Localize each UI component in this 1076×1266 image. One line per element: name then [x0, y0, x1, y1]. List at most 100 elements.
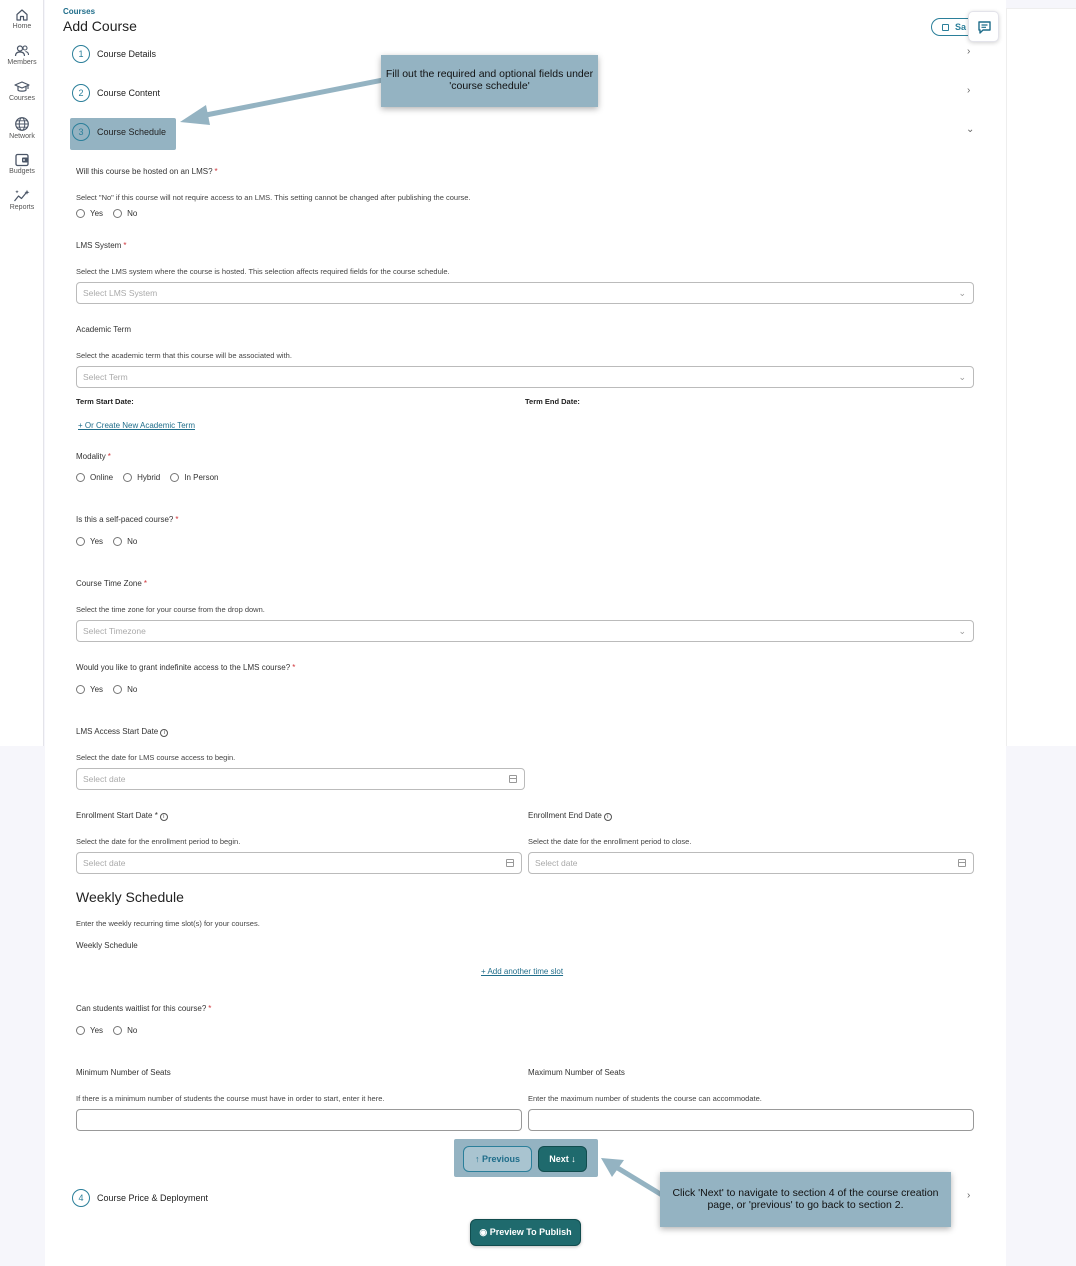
chevron-down-icon: ⌄	[958, 372, 966, 382]
min-seats-label: Minimum Number of Seats	[76, 1068, 171, 1077]
step-course-schedule[interactable]: 3 Course Schedule	[72, 123, 182, 145]
modality-radio-group: Online Hybrid In Person	[76, 473, 229, 482]
radio-online[interactable]: Online	[76, 473, 113, 482]
calendar-icon	[958, 859, 966, 867]
page-title: Add Course	[63, 18, 137, 34]
info-icon[interactable]: i	[603, 813, 612, 821]
chevron-right-icon[interactable]: ›	[967, 1190, 970, 1201]
radio-yes[interactable]: Yes	[76, 1026, 103, 1035]
enrollment-start-help: Select the date for the enrollment perio…	[76, 837, 241, 846]
callout-top: Fill out the required and optional field…	[381, 55, 598, 107]
sidebar-item-label: Network	[9, 133, 35, 140]
save-button-label: Sa	[955, 22, 967, 32]
lms-hosted-label: Will this course be hosted on an LMS? *	[76, 167, 218, 176]
sidebar-item-label: Courses	[8, 95, 36, 102]
next-button[interactable]: Next ↓	[538, 1146, 587, 1172]
lms-access-start-date-input[interactable]: Select date	[76, 768, 525, 790]
lms-system-label: LMS System *	[76, 241, 127, 250]
min-seats-input[interactable]	[76, 1109, 522, 1131]
step-label: Course Details	[97, 49, 157, 59]
save-icon	[942, 24, 949, 31]
enrollment-start-label: Enrollment Start Date * i	[76, 811, 168, 821]
required-mark: *	[214, 167, 218, 176]
required-mark: *	[208, 1004, 212, 1013]
step-course-details[interactable]: 1 Course Details	[72, 45, 272, 67]
enrollment-end-help: Select the date for the enrollment perio…	[528, 837, 692, 846]
chevron-down-icon[interactable]: ⌄	[966, 124, 974, 135]
info-icon[interactable]: i	[160, 729, 169, 737]
required-mark: *	[123, 241, 127, 250]
step-number: 4	[72, 1189, 90, 1207]
radio-no[interactable]: No	[113, 1026, 137, 1035]
lms-system-select[interactable]: Select LMS System ⌄	[76, 282, 974, 304]
sidebar-item-courses[interactable]: Courses	[0, 80, 44, 102]
previous-button[interactable]: ↑ Previous	[463, 1146, 532, 1172]
sidebar-item-budgets[interactable]: Budgets	[0, 153, 44, 175]
term-start-date-label: Term Start Date:	[76, 397, 134, 406]
max-seats-help: Enter the maximum number of students the…	[528, 1094, 762, 1103]
info-icon[interactable]: i	[159, 813, 168, 821]
preview-button-label: Preview To Publish	[489, 1227, 572, 1237]
chat-button[interactable]	[968, 11, 999, 42]
chevron-right-icon[interactable]: ›	[967, 85, 970, 96]
create-academic-term-link[interactable]: + Or Create New Academic Term	[78, 421, 195, 430]
sidebar-item-label: Budgets	[9, 168, 35, 175]
breadcrumb[interactable]: Courses	[63, 7, 95, 16]
enrollment-start-date-input[interactable]: Select date	[76, 852, 522, 874]
sidebar-item-label: Members	[7, 59, 37, 66]
required-mark: *	[143, 579, 147, 588]
indefinite-access-radio-group: Yes No	[76, 685, 147, 694]
indefinite-access-label: Would you like to grant indefinite acces…	[76, 663, 296, 672]
weekly-schedule-heading: Weekly Schedule	[76, 889, 184, 905]
radio-yes[interactable]: Yes	[76, 537, 103, 546]
enrollment-end-date-input[interactable]: Select date	[528, 852, 974, 874]
required-mark: *	[175, 515, 179, 524]
self-paced-label: Is this a self-paced course? *	[76, 515, 179, 524]
eye-icon: ◉	[479, 1227, 488, 1237]
required-mark: *	[292, 663, 296, 672]
sidebar-item-label: Reports	[9, 204, 35, 211]
sidebar-item-network[interactable]: Network	[0, 116, 44, 140]
add-time-slot-link[interactable]: + Add another time slot	[481, 967, 563, 976]
academic-term-select[interactable]: Select Term ⌄	[76, 366, 974, 388]
weekly-schedule-label: Weekly Schedule	[76, 941, 138, 950]
waitlist-radio-group: Yes No	[76, 1026, 147, 1035]
chevron-down-icon: ⌄	[958, 288, 966, 298]
members-icon	[14, 45, 30, 57]
lms-access-start-label: LMS Access Start Date i	[76, 727, 169, 737]
chevron-right-icon[interactable]: ›	[967, 46, 970, 57]
step-course-price-deployment[interactable]: 4 Course Price & Deployment	[72, 1189, 272, 1211]
sidebar-item-home[interactable]: Home	[0, 8, 44, 30]
self-paced-radio-group: Yes No	[76, 537, 147, 546]
sidebar-item-label: Home	[12, 23, 32, 30]
weekly-schedule-help: Enter the weekly recurring time slot(s) …	[76, 919, 260, 928]
callout-arrow-top	[180, 77, 384, 125]
globe-icon	[15, 117, 29, 131]
max-seats-input[interactable]	[528, 1109, 974, 1131]
time-zone-help: Select the time zone for your course fro…	[76, 605, 265, 614]
radio-no[interactable]: No	[113, 537, 137, 546]
home-icon	[16, 9, 28, 21]
sidebar-item-reports[interactable]: Reports	[0, 189, 44, 211]
radio-yes[interactable]: Yes	[76, 685, 103, 694]
graduation-cap-icon	[14, 81, 30, 92]
lms-hosted-radio-group: Yes No	[76, 209, 147, 218]
chevron-down-icon: ⌄	[958, 626, 966, 636]
preview-to-publish-button[interactable]: ◉ Preview To Publish	[470, 1219, 581, 1246]
term-end-date-label: Term End Date:	[525, 397, 580, 406]
lms-hosted-help: Select "No" if this course will not requ…	[76, 193, 471, 202]
radio-hybrid[interactable]: Hybrid	[123, 473, 160, 482]
radio-in-person[interactable]: In Person	[170, 473, 219, 482]
lms-access-start-help: Select the date for LMS course access to…	[76, 753, 236, 762]
lms-system-help: Select the LMS system where the course i…	[76, 267, 450, 276]
waitlist-label: Can students waitlist for this course? *	[76, 1004, 212, 1013]
callout-bottom: Click 'Next' to navigate to section 4 of…	[660, 1172, 951, 1227]
radio-no[interactable]: No	[113, 685, 137, 694]
radio-no[interactable]: No	[113, 209, 137, 218]
enrollment-end-label: Enrollment End Date i	[528, 811, 612, 821]
sidebar-item-members[interactable]: Members	[0, 44, 44, 66]
required-mark: *	[107, 452, 111, 461]
radio-yes[interactable]: Yes	[76, 209, 103, 218]
step-label: Course Schedule	[97, 127, 167, 137]
time-zone-select[interactable]: Select Timezone ⌄	[76, 620, 974, 642]
